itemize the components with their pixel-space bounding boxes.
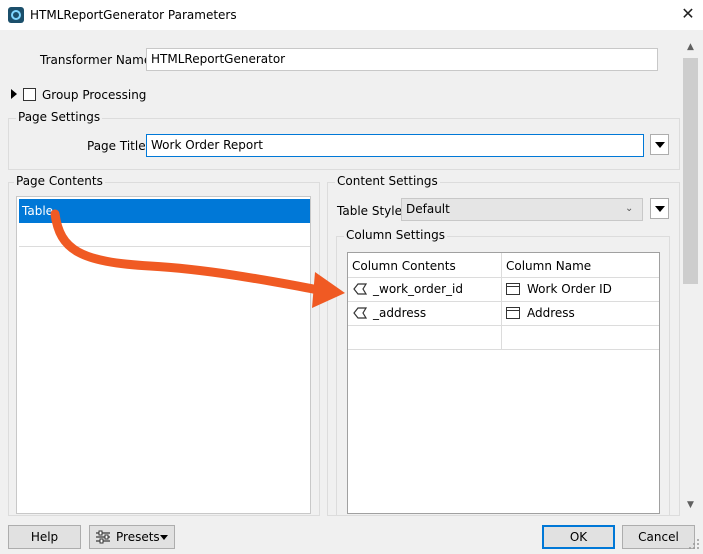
scroll-thumb[interactable] bbox=[683, 58, 698, 284]
page-title-menu-button[interactable] bbox=[650, 134, 669, 155]
table-style-menu-button[interactable] bbox=[650, 198, 669, 219]
dropdown-arrow-icon bbox=[160, 535, 168, 540]
list-item[interactable]: Table bbox=[19, 199, 310, 223]
group-processing-checkbox[interactable] bbox=[23, 88, 36, 101]
dropdown-arrow-icon bbox=[655, 206, 665, 212]
table-cell-contents[interactable] bbox=[348, 326, 502, 349]
app-icon bbox=[8, 7, 24, 23]
list-item-empty[interactable] bbox=[19, 223, 310, 247]
text-value-icon bbox=[506, 283, 520, 295]
table-cell-contents[interactable]: _address bbox=[348, 302, 502, 325]
table-cell-name[interactable] bbox=[502, 326, 659, 349]
presets-sliders-icon bbox=[96, 530, 110, 544]
table-style-label: Table Style: bbox=[337, 204, 407, 218]
content-settings-label: Content Settings bbox=[335, 174, 440, 188]
presets-label: Presets bbox=[116, 530, 160, 544]
attribute-icon bbox=[353, 307, 367, 319]
page-settings-label: Page Settings bbox=[16, 110, 103, 124]
table-row[interactable]: _work_order_id Work Order ID bbox=[348, 277, 659, 301]
column-header-contents[interactable]: Column Contents bbox=[348, 253, 502, 279]
help-button[interactable]: Help bbox=[8, 525, 81, 549]
table-cell-name[interactable]: Address bbox=[502, 302, 659, 325]
transformer-name-label: Transformer Name: bbox=[40, 53, 156, 67]
cell-text: _address bbox=[373, 306, 427, 320]
chevron-down-icon: ⌄ bbox=[625, 203, 634, 214]
table-row[interactable]: _address Address bbox=[348, 301, 659, 325]
transformer-name-input[interactable]: HTMLReportGenerator bbox=[146, 48, 658, 71]
cell-text: Work Order ID bbox=[527, 282, 612, 296]
text-value-icon bbox=[506, 307, 520, 319]
page-contents-label: Page Contents bbox=[14, 174, 105, 188]
page-title-label: Page Title: bbox=[87, 139, 150, 153]
table-row-divider bbox=[348, 349, 659, 350]
close-icon[interactable]: ✕ bbox=[678, 4, 698, 24]
column-settings-table: Column Contents Column Name _work_order_… bbox=[347, 252, 660, 514]
column-settings-label: Column Settings bbox=[344, 228, 447, 242]
table-style-select[interactable]: Default bbox=[401, 198, 643, 221]
cell-text: Address bbox=[527, 306, 575, 320]
page-contents-list[interactable]: Table bbox=[16, 196, 311, 514]
attribute-icon bbox=[353, 283, 367, 295]
group-processing-label: Group Processing bbox=[42, 88, 147, 102]
dropdown-arrow-icon bbox=[655, 142, 665, 148]
window-title: HTMLReportGenerator Parameters bbox=[30, 8, 237, 22]
resize-grip-icon[interactable] bbox=[688, 538, 700, 550]
table-row-empty[interactable] bbox=[348, 325, 659, 349]
ok-button[interactable]: OK bbox=[542, 525, 615, 549]
cancel-button[interactable]: Cancel bbox=[622, 525, 695, 549]
table-cell-name[interactable]: Work Order ID bbox=[502, 278, 659, 301]
scroll-down-icon[interactable]: ▼ bbox=[682, 496, 699, 514]
column-header-name[interactable]: Column Name bbox=[502, 253, 659, 279]
page-title-input[interactable]: Work Order Report bbox=[146, 134, 644, 157]
scroll-up-icon[interactable]: ▲ bbox=[682, 38, 699, 56]
table-cell-contents[interactable]: _work_order_id bbox=[348, 278, 502, 301]
cell-text: _work_order_id bbox=[373, 282, 463, 296]
expand-triangle-icon[interactable] bbox=[11, 89, 17, 99]
